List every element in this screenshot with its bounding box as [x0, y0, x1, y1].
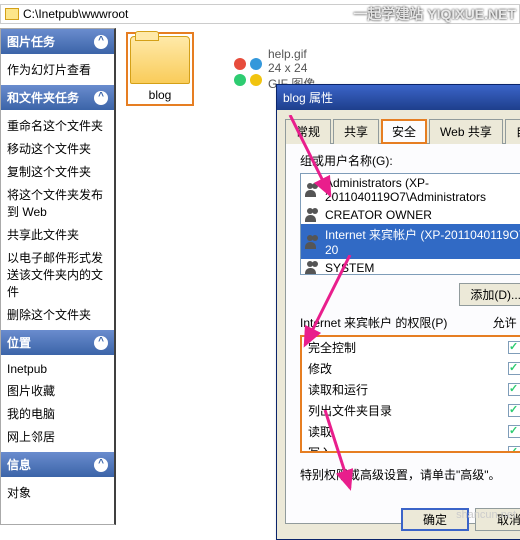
perm-name: 写入 [308, 444, 492, 453]
sidebar-item[interactable]: 我的电脑 [7, 402, 108, 425]
perm-name: 读取和运行 [308, 381, 492, 398]
sidebar-item[interactable]: 共享此文件夹 [7, 223, 108, 246]
sidebar: 图片任务^ 作为幻灯片查看 和文件夹任务^ 重命名这个文件夹移动这个文件夹复制这… [0, 28, 116, 525]
sidebar-item[interactable]: 将这个文件夹发布到 Web [7, 183, 108, 223]
chevron-icon: ^ [94, 336, 108, 350]
allow-checkbox[interactable] [508, 341, 520, 354]
perm-name: 列出文件夹目录 [308, 402, 492, 419]
user-name: SYSTEM [325, 261, 374, 275]
user-row[interactable]: Internet 来宾帐户 (XP-2011040119O7\IUSR_XP-2… [301, 224, 520, 259]
perm-row: 读取和运行 [302, 379, 520, 400]
user-name: Internet 来宾帐户 (XP-2011040119O7\IUSR_XP-2… [325, 226, 520, 257]
tab-安全[interactable]: 安全 [381, 119, 427, 144]
tab-strip: 常规共享安全Web 共享自定义 [285, 118, 520, 144]
perm-label: Internet 来宾帐户 的权限(P) [300, 314, 447, 331]
allow-checkbox[interactable] [508, 383, 520, 396]
user-icon [305, 183, 321, 197]
sidebar-item[interactable]: 以电子邮件形式发送该文件夹内的文件 [7, 246, 108, 303]
allow-checkbox[interactable] [508, 404, 520, 417]
panel-header-location[interactable]: 位置^ [1, 330, 114, 355]
sidebar-item[interactable]: 删除这个文件夹 [7, 303, 108, 326]
file-dim: 24 x 24 [268, 61, 315, 75]
chevron-icon: ^ [94, 91, 108, 105]
panel-header-pictasks[interactable]: 图片任务^ [1, 29, 114, 54]
perm-row: 完全控制 [302, 337, 520, 358]
user-row[interactable]: Administrators (XP-2011040119O7\Administ… [301, 174, 520, 206]
sidebar-item[interactable]: 移动这个文件夹 [7, 137, 108, 160]
perm-row: 列出文件夹目录 [302, 400, 520, 421]
user-icon [305, 235, 321, 249]
sidebar-item[interactable]: 对象 [7, 481, 108, 504]
sidebar-item[interactable]: 重命名这个文件夹 [7, 114, 108, 137]
blog-folder-highlight: blog [126, 32, 194, 106]
blog-label: blog [149, 88, 172, 102]
dialog-titlebar[interactable]: blog 属性 × [277, 85, 520, 110]
dialog-title: blog 属性 [283, 89, 333, 106]
permissions-list: 完全控制修改读取和运行列出文件夹目录读取写入 [300, 335, 520, 453]
group-users-label: 组或用户名称(G): [300, 152, 520, 169]
folder-icon [5, 8, 19, 20]
panel-header-info[interactable]: 信息^ [1, 452, 114, 477]
blog-folder[interactable]: blog [130, 36, 190, 102]
allow-checkbox[interactable] [508, 446, 520, 453]
sidebar-item[interactable]: 网上邻居 [7, 425, 108, 448]
tab-Web 共享[interactable]: Web 共享 [429, 119, 503, 144]
advanced-text: 特别权限或高级设置，请单击"高级"。 [300, 466, 520, 483]
sidebar-item[interactable]: Inetpub [7, 359, 108, 379]
file-name: help.gif [268, 47, 315, 61]
chevron-icon: ^ [94, 35, 108, 49]
allow-checkbox[interactable] [508, 362, 520, 375]
user-list[interactable]: Administrators (XP-2011040119O7\Administ… [300, 173, 520, 275]
add-button[interactable]: 添加(D)... [459, 283, 520, 306]
watermark-bottom: shancun.net [456, 509, 516, 521]
user-name: CREATOR OWNER [325, 208, 432, 222]
perm-name: 修改 [308, 360, 492, 377]
user-row[interactable]: SYSTEM [301, 259, 520, 275]
perm-name: 读取 [308, 423, 492, 440]
allow-label: 允许 [493, 314, 517, 331]
user-icon [305, 208, 321, 222]
image-icon [234, 58, 262, 86]
perm-row: 读取 [302, 421, 520, 442]
user-name: Administrators (XP-2011040119O7\Administ… [325, 176, 520, 204]
perm-row: 修改 [302, 358, 520, 379]
user-row[interactable]: CREATOR OWNER [301, 206, 520, 224]
user-icon [305, 261, 321, 275]
chevron-icon: ^ [94, 458, 108, 472]
tab-常规[interactable]: 常规 [285, 119, 331, 144]
address-path: C:\Inetpub\wwwroot [23, 7, 128, 21]
sidebar-item[interactable]: 图片收藏 [7, 379, 108, 402]
tab-自定义[interactable]: 自定义 [505, 119, 520, 144]
perm-row: 写入 [302, 442, 520, 453]
allow-checkbox[interactable] [508, 425, 520, 438]
perm-name: 完全控制 [308, 339, 492, 356]
watermark-top: 一起学建站 YIQIXUE.NET [353, 4, 516, 24]
panel-header-foldertasks[interactable]: 和文件夹任务^ [1, 85, 114, 110]
folder-icon [130, 36, 190, 84]
sidebar-item[interactable]: 复制这个文件夹 [7, 160, 108, 183]
tab-共享[interactable]: 共享 [333, 119, 379, 144]
properties-dialog: blog 属性 × 常规共享安全Web 共享自定义 组或用户名称(G): Adm… [276, 84, 520, 540]
sidebar-item[interactable]: 作为幻灯片查看 [7, 58, 108, 81]
